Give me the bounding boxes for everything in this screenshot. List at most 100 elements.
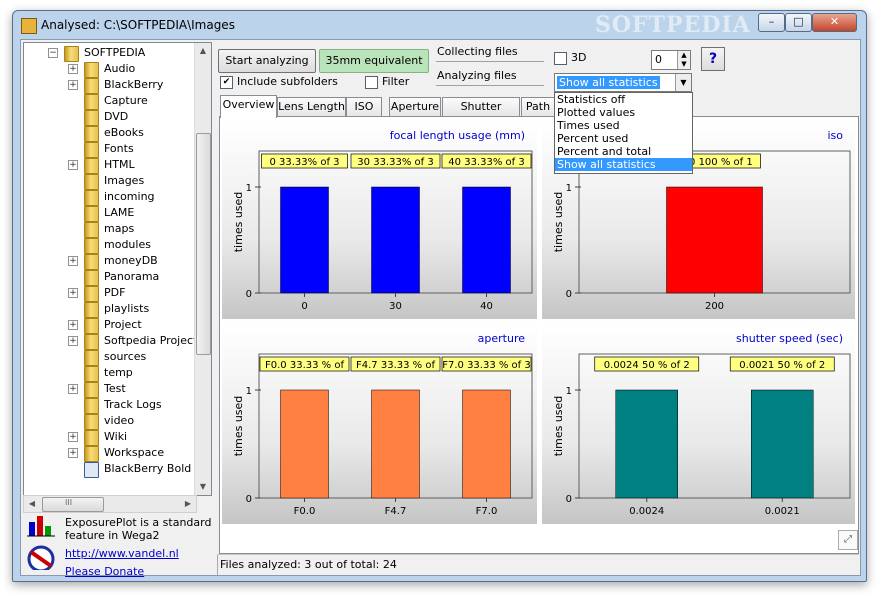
tab-lens-length[interactable]: Lens Length bbox=[277, 97, 346, 117]
x-tick-label: F7.0 bbox=[476, 506, 498, 517]
chart-title: focal length usage (mm) bbox=[390, 129, 525, 142]
filter-checkbox[interactable] bbox=[365, 76, 378, 89]
spin-up-icon[interactable]: ▲ bbox=[677, 51, 690, 60]
x-tick-label: 0.0021 bbox=[765, 506, 800, 517]
spin-input[interactable]: 0 ▲ ▼ bbox=[651, 50, 691, 70]
data-label: 0 33.33% of 3 bbox=[269, 157, 339, 168]
client-area: − SOFTPEDIA + Audio + BlackBerry Capture DVD eBo… bbox=[20, 39, 861, 578]
chart-title: iso bbox=[827, 129, 843, 142]
expand-icon[interactable]: + bbox=[68, 432, 78, 442]
dropdown-option[interactable]: Percent and total bbox=[555, 145, 692, 158]
start-analyzing-button[interactable]: Start analyzing bbox=[218, 49, 316, 73]
bar bbox=[462, 389, 511, 499]
app-icon bbox=[21, 18, 37, 34]
3d-checkbox[interactable] bbox=[554, 52, 567, 65]
scroll-right-icon[interactable]: ▶ bbox=[180, 496, 196, 512]
x-tick-label: F0.0 bbox=[294, 506, 316, 517]
expand-icon[interactable]: + bbox=[68, 80, 78, 90]
bar bbox=[371, 389, 420, 499]
y-axis-label: times used bbox=[552, 192, 565, 253]
y-tick-label: 1 bbox=[246, 183, 252, 194]
folder-icon bbox=[84, 398, 99, 414]
status-divider bbox=[217, 555, 218, 575]
x-tick-label: 30 bbox=[389, 301, 402, 312]
scroll-up-icon[interactable]: ▲ bbox=[195, 43, 211, 59]
tab-path[interactable]: Path bbox=[521, 97, 555, 117]
dropdown-option-selected[interactable]: Show all statistics bbox=[555, 158, 692, 171]
tree-item-label: temp bbox=[104, 366, 133, 379]
bar bbox=[280, 186, 329, 294]
chart-title: shutter speed (sec) bbox=[736, 332, 843, 345]
tree-item-label: Images bbox=[104, 174, 145, 187]
help-button[interactable]: ? bbox=[701, 47, 725, 71]
expand-icon[interactable]: + bbox=[68, 448, 78, 458]
spin-down-icon[interactable]: ▼ bbox=[677, 60, 690, 69]
data-label: F4.7 33.33 % of bbox=[356, 360, 435, 371]
dropdown-option[interactable]: Plotted values bbox=[555, 106, 692, 119]
exposureplot-logo-icon bbox=[27, 516, 55, 537]
data-label: 30 33.33% of 3 bbox=[357, 157, 433, 168]
expand-icon[interactable]: ⤢ bbox=[838, 530, 858, 550]
folder-icon bbox=[84, 350, 99, 366]
dropdown-option[interactable]: Times used bbox=[555, 119, 692, 132]
statistics-combobox[interactable]: Show all statistics ▼ bbox=[554, 73, 692, 92]
tree-vertical-scrollbar[interactable]: ▲ ▼ bbox=[194, 43, 211, 495]
vandel-link[interactable]: http://www.vandel.nl bbox=[65, 547, 179, 560]
35mm-equivalent-button[interactable]: 35mm equivalent bbox=[319, 49, 429, 73]
scroll-down-icon[interactable]: ▼ bbox=[195, 479, 211, 495]
collecting-files-label: Collecting files bbox=[437, 45, 518, 58]
donate-link[interactable]: Please Donate bbox=[65, 565, 144, 578]
close-button[interactable]: ✕ bbox=[812, 13, 857, 32]
statistics-dropdown-list[interactable]: Statistics off Plotted values Times used… bbox=[554, 92, 693, 174]
promo-text: ExposurePlot is a standard feature in We… bbox=[65, 516, 212, 542]
tab-shutter-speed[interactable]: Shutter Speed bbox=[442, 97, 520, 131]
scroll-left-icon[interactable]: ◀ bbox=[24, 496, 40, 512]
scroll-thumb[interactable] bbox=[196, 133, 211, 355]
y-tick-label: 0 bbox=[566, 494, 572, 505]
tree-item-label: PDF bbox=[104, 286, 126, 299]
tab-overview[interactable]: Overview bbox=[220, 95, 277, 118]
collapse-icon[interactable]: − bbox=[48, 48, 58, 58]
include-subfolders-checkbox[interactable]: ✔ bbox=[220, 76, 233, 89]
tree-item-label: moneyDB bbox=[104, 254, 158, 267]
title-bar[interactable]: Analysed: C:\SOFTPEDIA\Images SOFTPEDIA … bbox=[13, 11, 866, 39]
dropdown-option[interactable]: Statistics off bbox=[555, 93, 692, 106]
tree-item-label: modules bbox=[104, 238, 151, 251]
x-tick-label: 200 bbox=[705, 301, 724, 312]
tree-item-label: Wiki bbox=[104, 430, 128, 443]
bar bbox=[751, 389, 814, 499]
expand-icon[interactable]: + bbox=[68, 320, 78, 330]
tree-item-label: maps bbox=[104, 222, 135, 235]
chevron-down-icon[interactable]: ▼ bbox=[675, 74, 691, 91]
window-title: Analysed: C:\SOFTPEDIA\Images bbox=[41, 18, 235, 32]
tab-aperture[interactable]: Aperture bbox=[389, 97, 441, 117]
tree-item-label: playlists bbox=[104, 302, 150, 315]
expand-icon[interactable]: + bbox=[68, 336, 78, 346]
expand-icon[interactable]: + bbox=[68, 384, 78, 394]
expand-icon[interactable]: + bbox=[68, 160, 78, 170]
tree-horizontal-scrollbar[interactable]: ◀ III ▶ bbox=[23, 495, 197, 513]
scroll-grip: III bbox=[65, 498, 73, 507]
tab-iso[interactable]: ISO bbox=[346, 97, 382, 117]
horizontal-scroll-thumb[interactable]: III bbox=[42, 497, 104, 512]
folder-icon bbox=[84, 286, 99, 302]
folder-icon bbox=[64, 46, 79, 62]
folder-icon bbox=[84, 238, 99, 254]
data-label: 0.0021 50 % of 2 bbox=[739, 360, 825, 371]
maximize-button[interactable]: □ bbox=[785, 13, 812, 32]
folder-tree[interactable]: − SOFTPEDIA + Audio + BlackBerry Capture DVD eBo… bbox=[23, 42, 212, 496]
expand-icon[interactable]: + bbox=[68, 64, 78, 74]
folder-icon bbox=[84, 222, 99, 238]
tree-item-label: Track Logs bbox=[104, 398, 162, 411]
minimize-button[interactable]: – bbox=[758, 13, 785, 32]
filter-label: Filter bbox=[382, 75, 410, 88]
expand-icon[interactable]: + bbox=[68, 256, 78, 266]
expand-icon[interactable]: + bbox=[68, 288, 78, 298]
tree-item-label: Test bbox=[104, 382, 126, 395]
dropdown-option[interactable]: Percent used bbox=[555, 132, 692, 145]
tree-root-label: SOFTPEDIA bbox=[84, 46, 146, 59]
tree-item-label: Softpedia Project bbox=[104, 334, 198, 347]
aperture-chart: aperture times used 0 1 F0.0 F0.0 33.33 % of F… bbox=[222, 324, 537, 524]
data-label: F0.0 33.33 % of bbox=[265, 360, 344, 371]
tree-item-label: incoming bbox=[104, 190, 155, 203]
